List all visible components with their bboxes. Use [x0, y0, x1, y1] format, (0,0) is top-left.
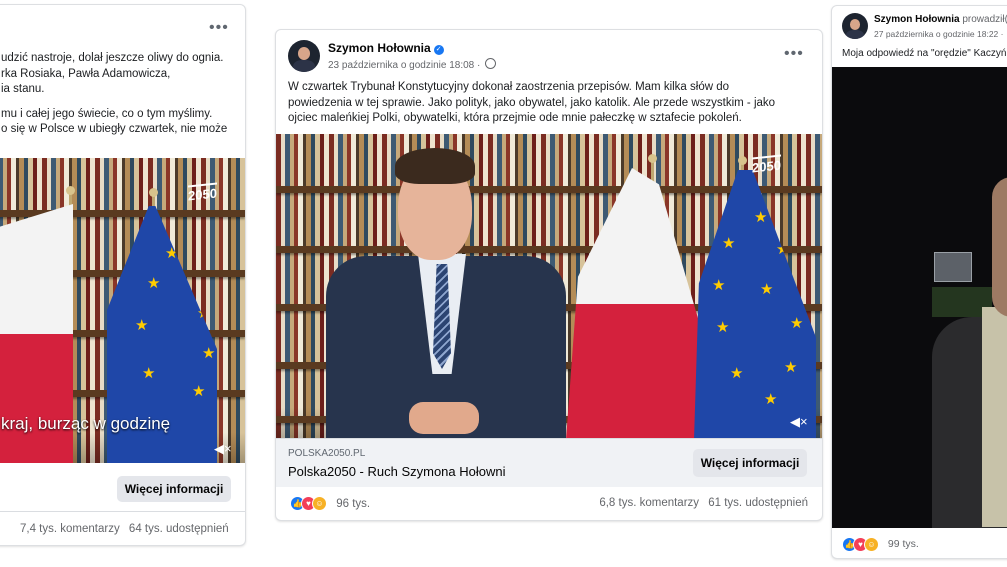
speaker-hair [395, 148, 475, 184]
author-name[interactable]: Szymon Hołownia [874, 14, 960, 25]
author-suffix: prowadził( [962, 14, 1007, 25]
author-avatar[interactable] [842, 13, 868, 39]
comments-count[interactable]: 6,8 tys. komentarzy [599, 497, 699, 509]
post-header: Szymon Hołownia prowadził( [874, 14, 1007, 25]
flag-pole-top [149, 188, 158, 197]
more-info-button[interactable]: Więcej informacji [117, 476, 231, 502]
post-text: Moja odpowiedź na "orędzie" Kaczyń [842, 48, 1007, 59]
globe-icon [485, 58, 497, 69]
engagement-stats: 6,8 tys. komentarzy 61 tys. udostępnień [599, 497, 808, 509]
party-logo: 2050 [188, 182, 217, 204]
haha-reaction-icon: ☺ [312, 496, 327, 511]
comments-count[interactable]: 7,4 tys. komentarzy [20, 523, 120, 535]
main-post-card: Szymon Hołownia ✓ 23 października o godzi… [275, 29, 823, 521]
speaker-face [992, 177, 1007, 317]
post-video[interactable] [832, 67, 1007, 528]
video-subtitle: kraj, burząc w godzinę [1, 414, 171, 433]
more-options-icon[interactable]: ••• [209, 19, 229, 37]
post-text-line: udzić nastroje, dolał jeszcze oliwy do o… [1, 52, 224, 64]
author-avatar[interactable] [288, 40, 320, 72]
speaker-scarf [982, 307, 1007, 527]
right-post-card: Szymon Hołownia prowadził( 27 październi… [831, 5, 1007, 559]
left-post-card: ••• udzić nastroje, dolał jeszcze oliwy … [0, 4, 246, 546]
post-text: W czwartek Trybunał Konstytucyjny dokona… [288, 81, 776, 124]
more-info-button[interactable]: Więcej informacji [693, 449, 807, 477]
more-options-icon[interactable]: ••• [784, 45, 804, 63]
flag-pole-top [738, 156, 747, 165]
post-text-line: mu i całej jego świecie, co o tym myślim… [1, 107, 213, 120]
post-text-line: o się w Polsce w ubiegły czwartek, nie m… [1, 123, 228, 135]
post-header: Szymon Hołownia ✓ [328, 41, 444, 55]
reactions-summary[interactable]: 👍 ♥ ☺ 99 tys. [842, 537, 919, 552]
post-meta: 23 października o godzinie 18:08 · [328, 58, 497, 71]
verified-badge-icon: ✓ [433, 45, 444, 55]
flag-pole-top [66, 186, 75, 195]
shares-count[interactable]: 64 tys. udostępnień [129, 523, 229, 535]
author-name[interactable]: Szymon Hołownia [328, 41, 431, 55]
reactions-summary[interactable]: 👍 ♥ ☺ 96 tys. [290, 496, 370, 511]
speaker-hands [409, 402, 479, 434]
post-text-line: rka Rosiaka, Pawła Adamowicza, [1, 67, 171, 80]
volume-icon[interactable]: ◀︎× [214, 441, 232, 457]
flag-pole-top [648, 154, 657, 163]
divider [0, 511, 245, 512]
link-title[interactable]: Polska2050 - Ruch Szymona Hołowni [288, 464, 506, 479]
engagement-stats: 7,4 tys. komentarzy 64 tys. udostępnień [20, 523, 229, 535]
reactions-count: 96 tys. [336, 497, 371, 510]
link-domain: POLSKA2050.PL [288, 448, 366, 459]
haha-reaction-icon: ☺ [864, 537, 879, 552]
party-logo: 2050 [752, 154, 781, 176]
post-timestamp[interactable]: 27 października o godzinie 18:22 · [874, 29, 1003, 39]
post-video[interactable]: ★ ★ ★ ★ ★ ★ ★ ★ 2050 kraj, burząc w godz… [0, 158, 245, 463]
post-video[interactable]: ★ ★ ★ ★ ★ ★ ★ ★ ★ ★ 2050 ◀︎× [276, 134, 822, 438]
volume-icon[interactable]: ◀︎× [790, 414, 808, 430]
post-timestamp[interactable]: 23 października o godzinie 18:08 · [328, 60, 480, 71]
background-sign [934, 252, 972, 282]
post-text: udzić nastroje, dolał jeszcze oliwy do o… [1, 51, 241, 138]
shares-count[interactable]: 61 tys. udostępnień [708, 497, 808, 509]
post-text-line: ia stanu. [1, 83, 45, 95]
link-preview[interactable]: POLSKA2050.PL Polska2050 - Ruch Szymona … [276, 438, 822, 487]
reactions-count: 99 tys. [887, 538, 919, 551]
